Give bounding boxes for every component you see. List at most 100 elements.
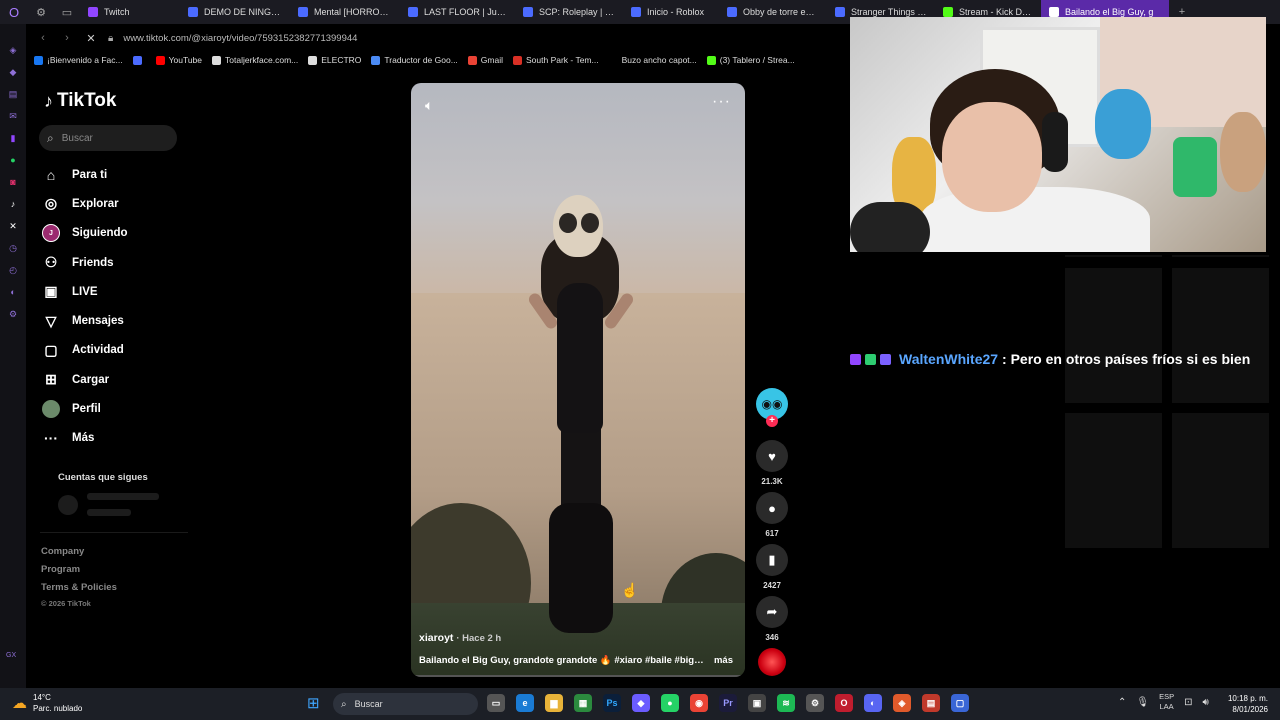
bookmark-item[interactable]: Totaljerkface.com... (212, 55, 298, 65)
tiktok-search-input[interactable]: ⌕ Buscar (39, 125, 177, 151)
nav-item-mensajes[interactable]: ▽ Mensajes (42, 306, 192, 335)
nav-item-friends[interactable]: ⚇ Friends (42, 248, 192, 277)
stop-loading-icon[interactable]: ✕ (84, 32, 98, 45)
video-progress-bar[interactable] (411, 675, 745, 677)
nav-item-explorar[interactable]: ◎ Explorar (42, 189, 192, 218)
back-icon[interactable]: ‹ (36, 32, 50, 44)
music-disc-icon[interactable] (758, 648, 786, 676)
like-action[interactable]: ♥ 21.3K (756, 440, 788, 486)
app-icon[interactable]: ◈ (893, 694, 911, 712)
nav-item-live[interactable]: ▣ LIVE (42, 277, 192, 306)
comment-action[interactable]: ● 617 (756, 492, 788, 538)
instagram-icon[interactable]: ◙ (7, 176, 19, 188)
more-description-link[interactable]: más (714, 655, 733, 666)
bookmark-item[interactable]: ¡Bienvenido a Fac... (34, 55, 123, 65)
volume-icon[interactable]: 🔊︎ (1203, 697, 1209, 708)
activity-icon: ▢ (44, 341, 58, 358)
footer-link-program[interactable]: Program (41, 561, 117, 579)
tab-label: DEMO DE NINGUNO (204, 7, 282, 17)
microphone-icon[interactable]: 🎙︎ (1136, 697, 1149, 708)
footer-link-terms[interactable]: Terms & Policies (41, 579, 117, 597)
bookmark-item[interactable]: (3) Tablero / Strea... (706, 55, 795, 65)
clock[interactable]: 10:18 p. m. 8/01/2026 (1222, 693, 1268, 715)
share-action[interactable]: ➦ 346 (756, 596, 788, 642)
language-indicator[interactable]: ESP LAA (1159, 692, 1174, 712)
browser-tab[interactable]: DEMO DE NINGUNO (180, 0, 290, 24)
copilot-icon[interactable]: ◆ (632, 694, 650, 712)
nav-item-label: Mensajes (72, 315, 124, 328)
task-view-icon[interactable]: ▭ (487, 694, 505, 712)
obs-icon[interactable]: ▤ (922, 694, 940, 712)
footer-link-company[interactable]: Company (41, 543, 117, 561)
roblox-studio-icon[interactable]: ▢ (951, 694, 969, 712)
video-player[interactable]: 🔈︎ ··· xiaroyt · Hace 2 h Bailando el Bi… (411, 83, 745, 677)
bookmark-icon[interactable]: ▮ (756, 544, 788, 576)
settings-icon[interactable]: ⚙ (7, 308, 19, 320)
more-options-icon[interactable]: ··· (712, 93, 731, 111)
video-author[interactable]: xiaroyt · Hace 2 h (419, 632, 501, 644)
minecraft-icon[interactable]: ▦ (574, 694, 592, 712)
forward-icon[interactable]: › (60, 32, 74, 44)
browser-tab[interactable]: Mental [HORROR] - F (290, 0, 400, 24)
bookmark-item[interactable]: YouTube (155, 55, 202, 65)
browser-tab[interactable]: Twitch (80, 0, 180, 24)
tiktok-side-icon[interactable]: ♪ (7, 198, 19, 210)
tiktok-logo[interactable]: ♪ TikTok (44, 90, 116, 112)
taskbar-search[interactable]: ⌕ Buscar (333, 693, 478, 715)
bookmark-label: Totaljerkface.com... (225, 55, 299, 65)
share-icon[interactable]: ➦ (756, 596, 788, 628)
messenger-icon[interactable]: ◈ (7, 44, 19, 56)
video-author-name[interactable]: xiaroyt (419, 632, 453, 644)
url-field[interactable]: www.tiktok.com/@xiaroyt/video/7593152382… (123, 33, 357, 44)
browser-tab[interactable]: Inicio - Roblox (623, 0, 719, 24)
discord-icon[interactable]: ◐ (864, 694, 882, 712)
twitch-side-icon[interactable]: ▮ (7, 132, 19, 144)
comment-icon[interactable]: ● (756, 492, 788, 524)
network-icon[interactable]: ⊡ (1184, 697, 1192, 708)
chrome-icon[interactable]: ◉ (690, 694, 708, 712)
premiere-icon[interactable]: Pr (719, 694, 737, 712)
browser-tab[interactable]: Obby de torre espira (719, 0, 827, 24)
bookmark-item[interactable]: South Park - Tem... (513, 55, 599, 65)
player-icon[interactable]: ▤ (7, 88, 19, 100)
photoshop-icon[interactable]: Ps (603, 694, 621, 712)
nav-item-para-ti[interactable]: ⌂ Para ti (42, 160, 192, 189)
opera-logo-icon[interactable]: O (0, 0, 28, 24)
whatsapp-icon[interactable]: ● (661, 694, 679, 712)
file-explorer-icon[interactable]: ▆ (545, 694, 563, 712)
clock-icon[interactable]: ◴ (7, 264, 19, 276)
mail-icon[interactable]: ✉ (7, 110, 19, 122)
follow-plus-icon[interactable]: + (766, 415, 778, 427)
bookmark-item[interactable]: ELECTRO (308, 55, 361, 65)
nav-item-perfil[interactable]: Perfil (42, 394, 192, 423)
store-icon[interactable]: ▣ (748, 694, 766, 712)
browser-tab[interactable]: LAST FLOOR | Juego (400, 0, 515, 24)
bookmark-item[interactable] (132, 55, 146, 65)
weather-widget[interactable]: ☁ 14°C Parc. nublado (12, 692, 82, 714)
save-action[interactable]: ▮ 2427 (756, 544, 788, 590)
nav-item-cargar[interactable]: ⊞ Cargar (42, 365, 192, 394)
heart-icon[interactable]: ♥ (756, 440, 788, 472)
browser-tab[interactable]: SCP: Roleplay | El siti (515, 0, 623, 24)
opera-gx-icon[interactable]: O (835, 694, 853, 712)
ai-icon[interactable]: ◆ (7, 66, 19, 78)
windows-start-icon[interactable]: ⊞ (307, 696, 323, 712)
nav-item-más[interactable]: ··· Más (42, 424, 192, 453)
bookmark-item[interactable]: Traductor de Goo... (371, 55, 458, 65)
nav-item-actividad[interactable]: ▢ Actividad (42, 336, 192, 365)
tray-chevron-icon[interactable]: ⌃ (1118, 697, 1126, 708)
nav-item-siguiendo[interactable]: J Siguiendo (42, 219, 192, 248)
edge-icon[interactable]: e (516, 694, 534, 712)
bookmark-item[interactable]: Gmail (467, 55, 503, 65)
bookmark-item[interactable]: Buzo ancho capot... (608, 55, 697, 65)
volume-icon[interactable]: 🔈︎ (425, 97, 433, 114)
steam-icon[interactable]: ⚙ (806, 694, 824, 712)
extensions-icon[interactable]: ◐ (7, 286, 19, 298)
history-icon[interactable]: ◷ (7, 242, 19, 254)
lock-icon[interactable]: 🔒︎ (108, 33, 113, 44)
workspaces-icon[interactable]: ⚙ (28, 0, 54, 24)
spotify-icon[interactable]: ≋ (777, 694, 795, 712)
tab-overview-icon[interactable]: ▭ (54, 0, 80, 24)
whatsapp-icon[interactable]: ● (7, 154, 19, 166)
x-icon[interactable]: ✕ (7, 220, 19, 232)
